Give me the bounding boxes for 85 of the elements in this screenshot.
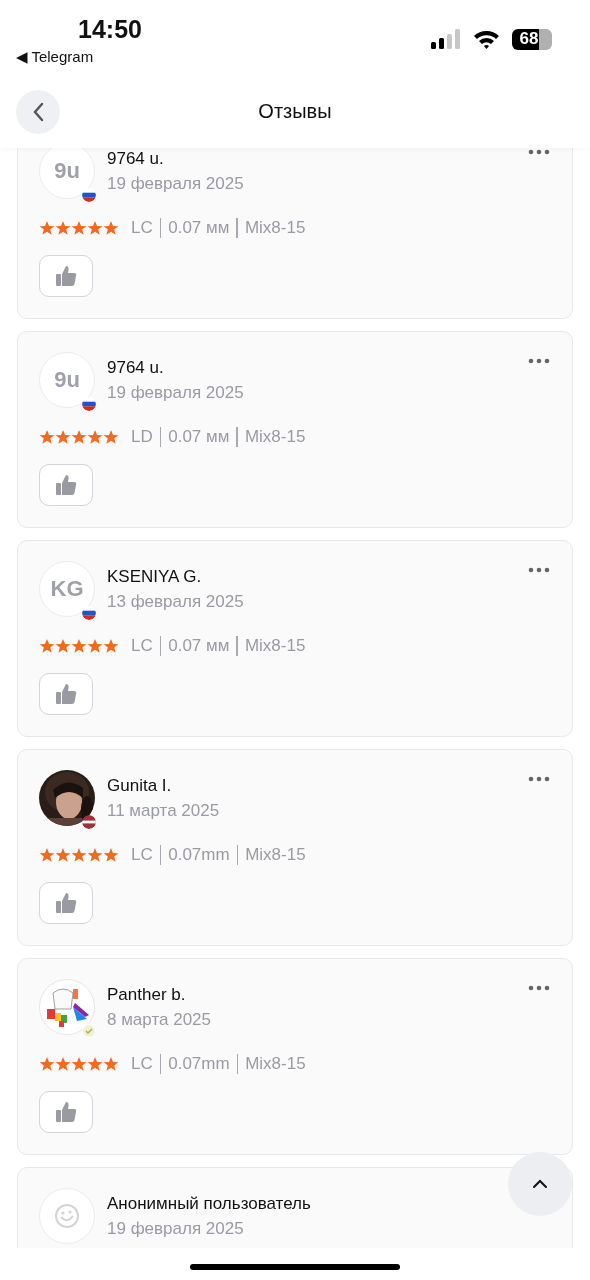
product-option: LD [131,427,153,447]
reviewer-name: Panther b. [107,984,187,1006]
star-icon [39,429,55,445]
flag-icon [82,188,96,202]
product-option: LC [131,218,153,238]
star-icon [71,429,87,445]
star-icon [39,638,55,654]
reviewer-name: KSENIYA G. [107,566,203,588]
smiley-icon [53,1202,81,1230]
product-option: Mix8-15 [244,427,306,447]
star-icon [55,638,71,654]
star-icon [87,220,103,236]
reviewer-name: 9764 u. [107,357,165,379]
thumbs-up-icon [54,891,78,915]
review-date: 11 марта 2025 [107,800,221,822]
star-icon [55,220,71,236]
back-button[interactable] [16,89,60,134]
more-options-icon[interactable] [528,149,550,155]
star-icon [87,429,103,445]
product-option: Mix8-15 [245,845,306,865]
more-options-icon[interactable] [528,567,550,573]
review-date: 19 февраля 2025 [107,382,245,404]
product-option: 0.07mm [168,1054,230,1074]
wifi-icon [473,29,500,49]
product-option: Mix8-15 [244,218,306,238]
flag-icon [82,815,96,829]
page-title: Отзывы [257,100,333,123]
star-icon [55,429,71,445]
star-icon [87,1056,103,1072]
star-icon [71,638,87,654]
product-option: 0.07 мм [168,636,230,656]
star-icon [71,847,87,863]
product-option: Mix8-15 [245,1054,306,1074]
battery-indicator: 68 [512,28,552,50]
review-date: 19 февраля 2025 [107,173,245,195]
like-button[interactable] [39,464,93,506]
back-icon [32,101,44,122]
like-button[interactable] [39,673,93,715]
star-icon [55,847,71,863]
flag-icon [82,606,96,620]
thumbs-up-icon [54,682,78,706]
product-option: Mix8-15 [244,636,306,656]
star-icon [71,220,87,236]
status-time: 14:50 [78,14,142,44]
thumbs-up-icon [54,264,78,288]
like-button[interactable] [39,255,93,297]
star-icon [103,429,119,445]
flag-icon [82,397,96,411]
user-avatar: 9u [39,352,95,408]
product-option: LC [131,1054,153,1074]
product-option: 0.07 мм [168,218,230,238]
thumbs-up-icon [54,1100,78,1124]
product-option: LC [131,636,153,656]
reviewer-name: 9764 u. [107,148,165,170]
product-option: 0.07mm [168,845,230,865]
star-icon [55,1056,71,1072]
back-to-app-link[interactable]: ◀ Telegram [16,48,94,66]
star-icon [39,220,55,236]
star-icon [39,847,55,863]
star-icon [103,847,119,863]
thumbs-up-icon [54,473,78,497]
star-icon [39,1056,55,1072]
review-date: 8 марта 2025 [107,1009,212,1031]
reviewer-name: Анонимный пользователь [107,1193,312,1215]
more-options-icon[interactable] [528,776,550,782]
more-options-icon[interactable] [528,985,550,991]
star-icon [87,638,103,654]
user-avatar: KG [39,561,95,617]
like-button[interactable] [39,1091,93,1133]
chevron-up-icon [532,1179,548,1189]
product-option: LC [131,845,153,865]
badge-icon [82,1024,96,1038]
review-date: 19 февраля 2025 [107,1218,245,1240]
star-icon [71,1056,87,1072]
like-button[interactable] [39,882,93,924]
star-icon [103,220,119,236]
signal-icon [431,29,461,49]
more-options-icon[interactable] [528,358,550,364]
reviewer-name: Gunita I. [107,775,173,797]
review-date: 13 февраля 2025 [107,591,245,613]
star-icon [103,638,119,654]
star-icon [103,1056,119,1072]
product-option: 0.07 мм [168,427,230,447]
user-avatar: 9u [39,148,95,199]
star-icon [87,847,103,863]
